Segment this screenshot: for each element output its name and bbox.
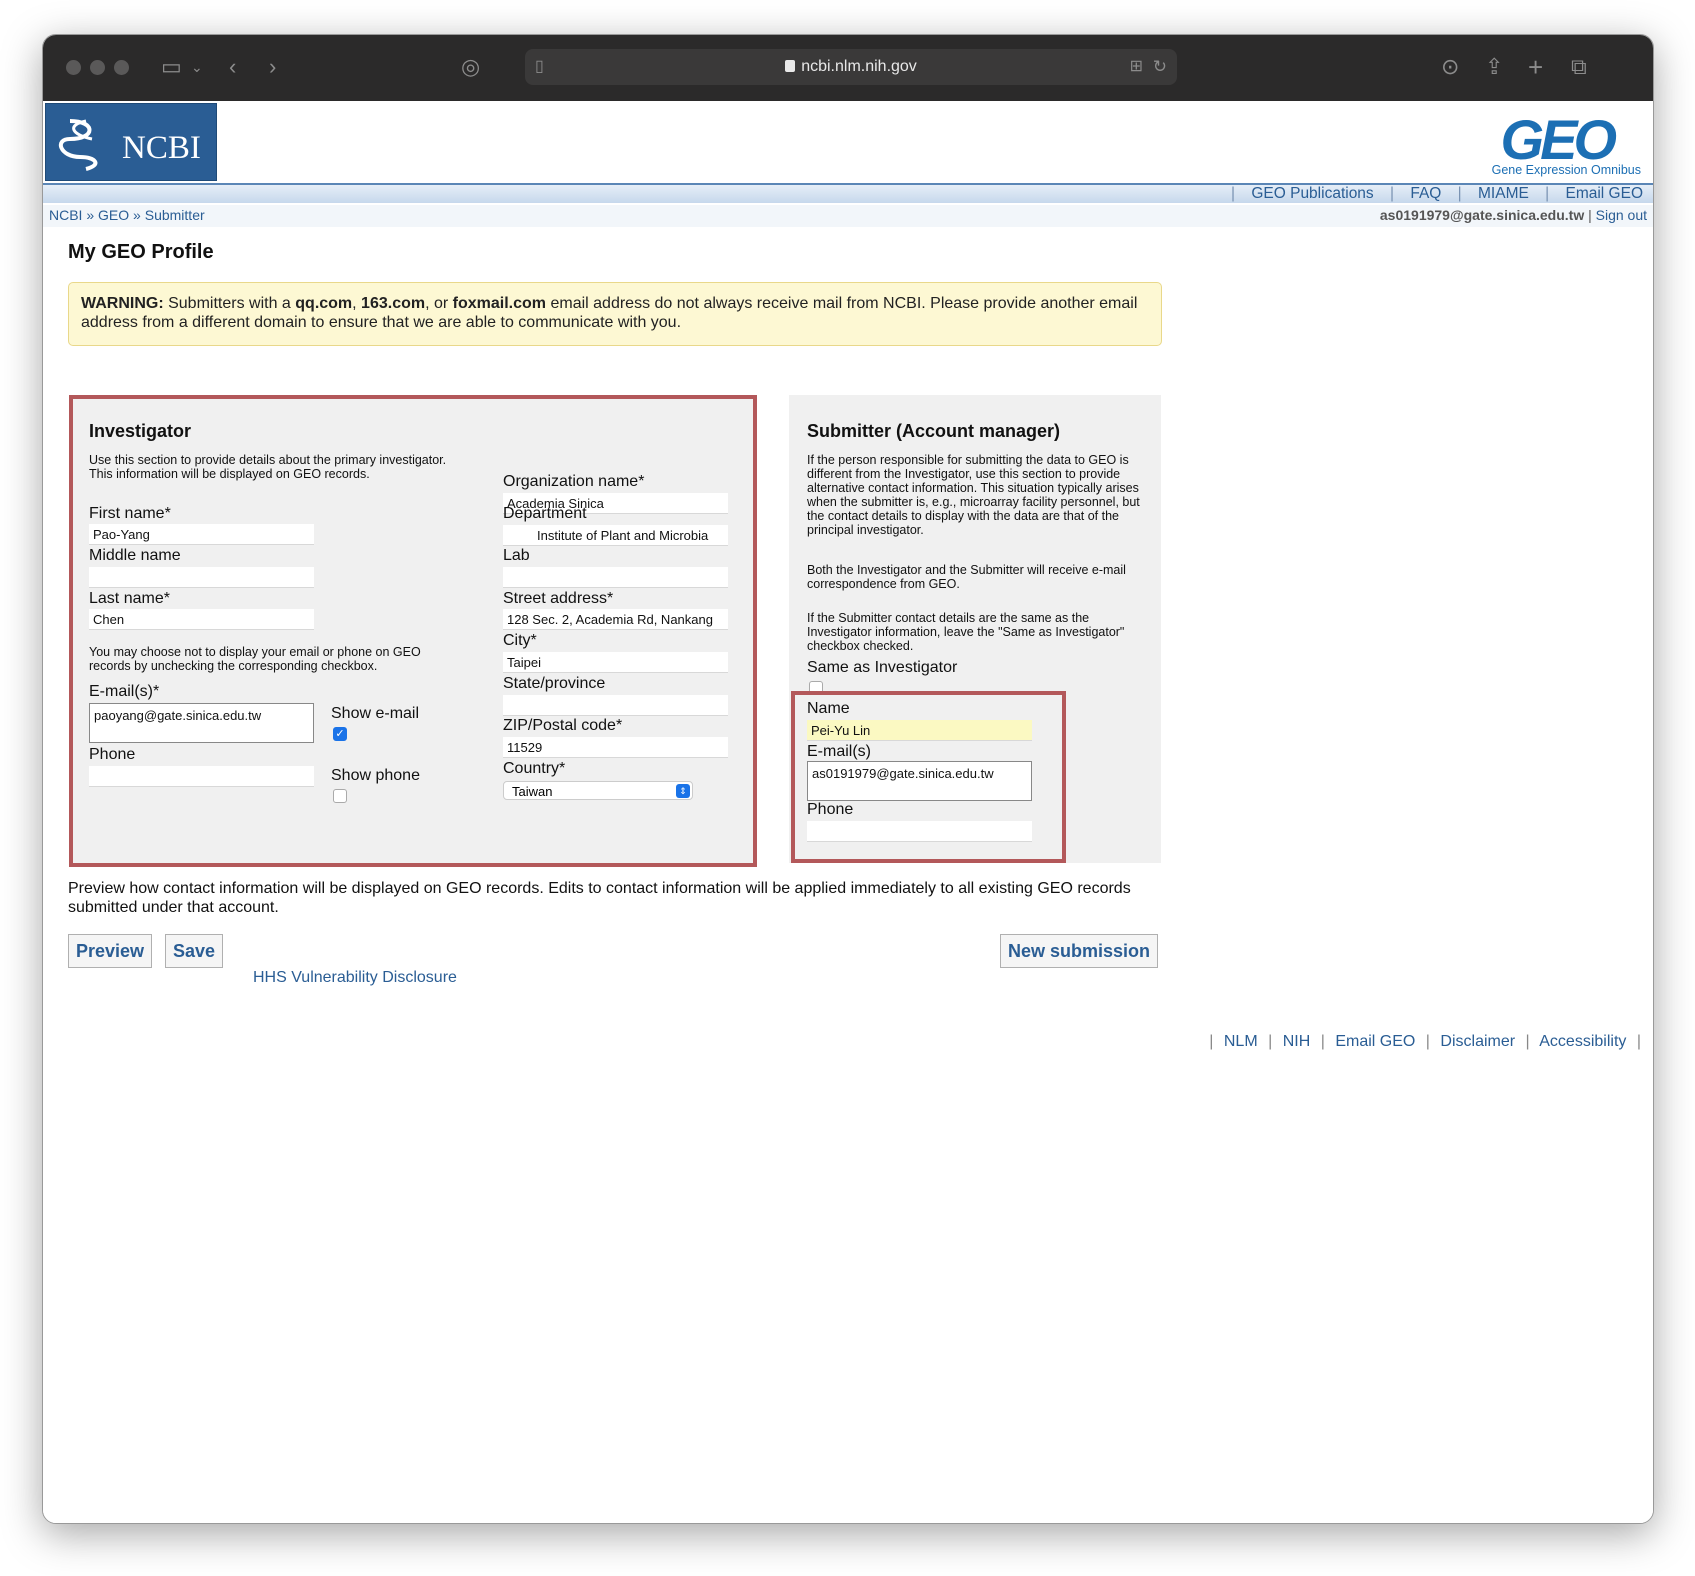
submitter-paragraph-1: If the person responsible for submitting… (807, 453, 1140, 537)
new-tab-icon[interactable]: + (1528, 53, 1543, 81)
zoom-window-button[interactable] (114, 60, 129, 75)
select-arrows-icon: ⇕ (676, 784, 690, 798)
sidebar-icon[interactable]: ▭ (161, 53, 182, 81)
city-input[interactable]: Taipei (503, 652, 728, 673)
investigator-intro: Use this section to provide details abou… (89, 453, 447, 481)
first-name-label: First name* (89, 505, 171, 522)
same-as-investigator-label: Same as Investigator (807, 659, 958, 676)
last-name-label: Last name* (89, 590, 170, 607)
submitter-title: Submitter (Account manager) (807, 421, 1061, 441)
footer-nlm[interactable]: NLM (1224, 1033, 1258, 1050)
email-label: E-mail(s)* (89, 683, 160, 700)
nav-miame[interactable]: MIAME (1478, 185, 1529, 202)
nav-email-geo[interactable]: Email GEO (1565, 185, 1643, 202)
minimize-window-button[interactable] (90, 60, 105, 75)
org-label: Organization name* (503, 473, 645, 490)
geo-logo[interactable]: GEO Gene Expression Omnibus (1491, 107, 1641, 177)
address-bar[interactable]: ▯ ncbi.nlm.nih.gov ⊞ ↻ (525, 49, 1177, 85)
show-phone-label: Show phone (331, 767, 420, 784)
investigator-phone-input[interactable] (89, 766, 314, 787)
middle-name-input[interactable] (89, 567, 314, 588)
footer-nav: | NLM | NIH | Email GEO | Disclaimer | A… (1209, 1033, 1641, 1050)
browser-window: ▭ ⌄ ‹ › ◎ ▯ ncbi.nlm.nih.gov ⊞ ↻ ⊙ ⇪ + ⧉… (42, 34, 1654, 1524)
show-email-checkbox[interactable]: ✓ (333, 727, 347, 741)
city-label: City* (503, 632, 537, 649)
dna-icon (58, 119, 98, 171)
new-submission-button[interactable]: New submission (1000, 934, 1159, 968)
download-icon[interactable]: ⊙ (1441, 53, 1459, 81)
preview-note: Preview how contact information will be … (68, 880, 1131, 916)
ncbi-logo-text: NCBI (122, 130, 201, 166)
last-name-input[interactable]: Chen (89, 609, 314, 630)
phone-label: Phone (89, 746, 136, 763)
street-label: Street address* (503, 590, 614, 607)
privacy-icon[interactable]: ◎ (461, 53, 480, 81)
nav-faq[interactable]: FAQ (1410, 185, 1441, 202)
submitter-paragraph-3: If the Submitter contact details are the… (807, 611, 1125, 653)
investigator-email-field[interactable]: paoyang@gate.sinica.edu.tw (89, 703, 314, 743)
geo-logo-subtitle: Gene Expression Omnibus (1491, 163, 1641, 177)
zip-input[interactable]: 11529 (503, 737, 728, 758)
first-name-input[interactable]: Pao-Yang (89, 524, 314, 545)
footer-email-geo[interactable]: Email GEO (1335, 1033, 1415, 1050)
tabs-overview-icon[interactable]: ⧉ (1571, 53, 1587, 81)
submitter-email-label: E-mail(s) (807, 743, 871, 760)
dept-input[interactable]: Institute of Plant and Microbia (503, 525, 728, 546)
footer-nih[interactable]: NIH (1283, 1033, 1311, 1050)
share-icon[interactable]: ⇪ (1485, 53, 1503, 81)
url-text: ncbi.nlm.nih.gov (801, 58, 917, 75)
top-nav: | GEO Publications | FAQ | MIAME | Email… (1231, 185, 1643, 202)
dept-label: Department (503, 505, 587, 522)
privacy-note: You may choose not to display your email… (89, 645, 421, 673)
submitter-phone-label: Phone (807, 801, 854, 818)
breadcrumb-submitter[interactable]: Submitter (145, 207, 205, 223)
sign-out-link[interactable]: Sign out (1596, 207, 1647, 223)
reload-icon[interactable]: ↻ (1153, 53, 1167, 81)
street-input[interactable]: 128 Sec. 2, Academia Rd, Nankang (503, 609, 728, 630)
middle-name-label: Middle name (89, 547, 181, 564)
preview-button[interactable]: Preview (68, 934, 153, 968)
state-input[interactable] (503, 695, 728, 716)
hhs-vulnerability-link[interactable]: HHS Vulnerability Disclosure (253, 969, 457, 987)
investigator-title: Investigator (89, 421, 192, 441)
save-button[interactable]: Save (165, 934, 224, 968)
nav-geo-publications[interactable]: GEO Publications (1251, 185, 1373, 202)
show-email-label: Show e-mail (331, 705, 420, 722)
lab-input[interactable] (503, 567, 728, 588)
breadcrumb-ncbi[interactable]: NCBI (49, 207, 82, 223)
page-title: My GEO Profile (68, 241, 214, 263)
footer-accessibility[interactable]: Accessibility (1539, 1033, 1626, 1050)
browser-toolbar: ▭ ⌄ ‹ › ◎ ▯ ncbi.nlm.nih.gov ⊞ ↻ ⊙ ⇪ + ⧉ (43, 35, 1653, 101)
user-email: as0191979@gate.sinica.edu.tw (1379, 207, 1585, 223)
chevron-down-icon[interactable]: ⌄ (191, 53, 203, 81)
page: NCBI GEO Gene Expression Omnibus | GEO P… (43, 101, 1653, 1523)
zip-label: ZIP/Postal code* (503, 717, 623, 734)
state-label: State/province (503, 675, 606, 692)
ncbi-logo[interactable]: NCBI (45, 103, 217, 181)
warning-box: WARNING: Submitters with a qq.com, 163.c… (68, 282, 1162, 346)
breadcrumb-geo[interactable]: GEO (98, 207, 129, 223)
close-window-button[interactable] (66, 60, 81, 75)
submitter-phone-input[interactable] (807, 821, 1032, 842)
show-phone-checkbox[interactable] (333, 789, 347, 803)
warning-label: WARNING: (81, 295, 164, 312)
submitter-name-label: Name (807, 700, 850, 717)
forward-icon[interactable]: › (269, 53, 276, 81)
user-info: as0191979@gate.sinica.edu.tw | Sign out (1379, 207, 1647, 223)
back-icon[interactable]: ‹ (229, 53, 236, 81)
country-select[interactable]: Taiwan ⇕ (503, 781, 693, 800)
lab-label: Lab (503, 547, 530, 564)
submitter-paragraph-2: Both the Investigator and the Submitter … (807, 563, 1126, 591)
footer-disclaimer[interactable]: Disclaimer (1440, 1033, 1515, 1050)
translate-icon[interactable]: ⊞ (1130, 53, 1143, 81)
submitter-name-input[interactable]: Pei-Yu Lin (807, 720, 1032, 741)
submitter-email-field[interactable]: as0191979@gate.sinica.edu.tw (807, 761, 1032, 801)
breadcrumb: NCBI » GEO » Submitter (49, 207, 205, 223)
country-value: Taiwan (512, 784, 553, 799)
lock-icon (785, 60, 796, 72)
country-label: Country* (503, 760, 566, 777)
